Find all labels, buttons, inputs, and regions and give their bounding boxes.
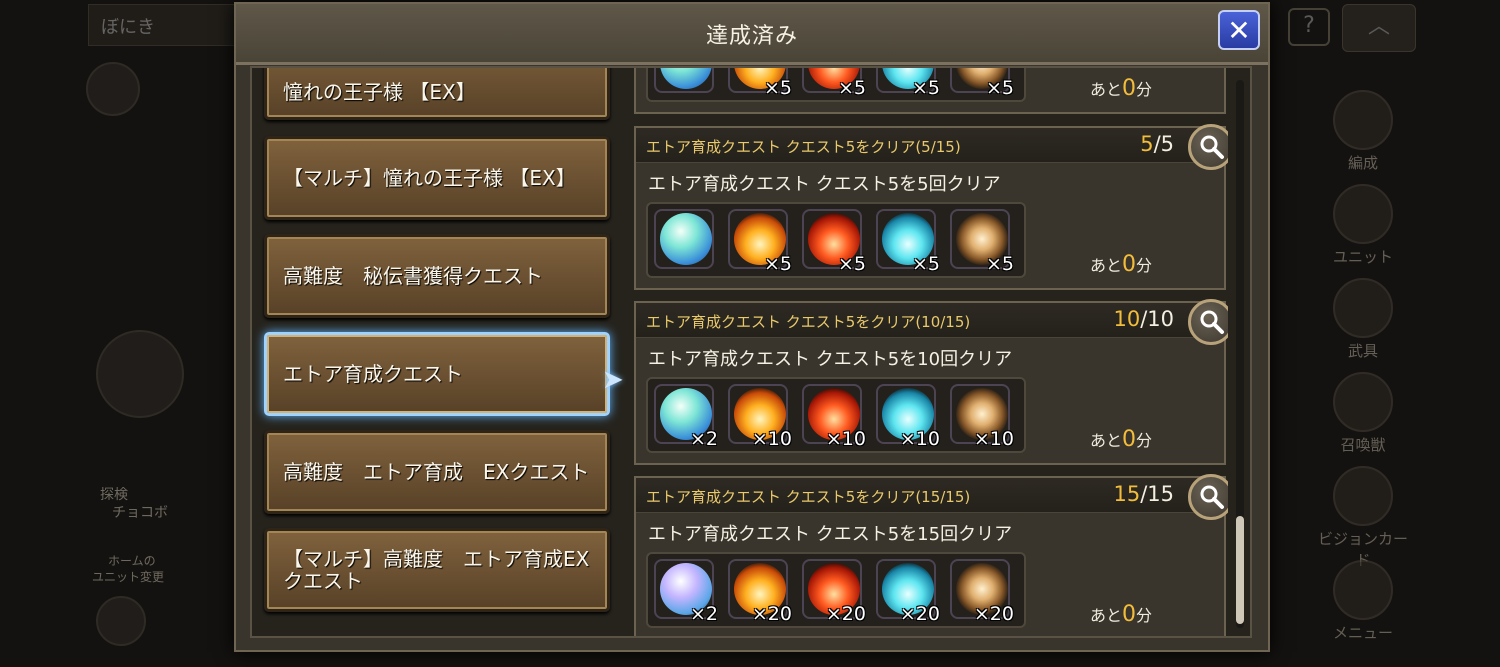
info-icon (96, 596, 146, 646)
search-button[interactable] (1188, 299, 1228, 345)
close-button[interactable]: ✕ (1218, 10, 1260, 50)
menu-unit: ユニット (1318, 184, 1408, 267)
achievement-progress: 5/5 (1140, 132, 1174, 156)
achievement-card: エトア育成クエスト クエスト5をクリア(5/15) 5/5 エトア育成クエスト … (634, 124, 1228, 290)
scrollbar[interactable] (1236, 80, 1244, 628)
dialog-title: 達成済み (705, 24, 798, 49)
dialog-header: 達成済み ✕ (236, 4, 1268, 65)
reward-item: ×5 (728, 209, 792, 275)
reward-item: ×20 (728, 559, 792, 625)
reward-box: ×2 ×20 ×20 ×20 ×20 (646, 552, 1026, 628)
shop-icon (96, 330, 184, 418)
vision-card-icon (1333, 466, 1393, 526)
question-icon: ? (1288, 8, 1330, 46)
player-name-bar: ぼにき (88, 4, 250, 46)
quest-list[interactable]: 憧れの王子様 【EX】 【マルチ】憧れの王子様 【EX】 高難度 秘伝書獲得クエ… (252, 68, 622, 636)
formation-icon (1333, 90, 1393, 150)
remaining-time: あと0分 (1090, 427, 1153, 452)
reward-item: ×5 (802, 209, 866, 275)
scroll-thumb[interactable] (1236, 516, 1244, 624)
menu-formation: 編成 (1318, 90, 1408, 173)
reward-box: ×5 ×5 ×5 ×5 (646, 68, 1026, 102)
quest-item[interactable]: 高難度 秘伝書獲得クエスト (264, 234, 610, 318)
reward-item: ×20 (950, 559, 1014, 625)
menu-summon: 召喚獣 (1318, 372, 1408, 455)
search-icon (1200, 135, 1224, 159)
close-icon: ✕ (1227, 14, 1251, 47)
achievement-card: ×5 ×5 ×5 ×5 あと0分 (634, 68, 1226, 114)
search-button[interactable] (1188, 474, 1228, 520)
reward-item: ×10 (728, 384, 792, 450)
achievement-title: エトア育成クエスト クエスト5をクリア(15/15) (646, 488, 971, 506)
achievement-card: エトア育成クエスト クエスト5をクリア(10/15) 10/10 エトア育成クエ… (634, 299, 1228, 465)
search-button[interactable] (1188, 124, 1228, 170)
chocobo-label: チョコボ (112, 505, 168, 521)
reward-item: ×10 (876, 384, 940, 450)
achievement-progress: 15/15 (1113, 482, 1174, 506)
selection-arrow-icon: ➤ (602, 365, 624, 395)
chevron-up-icon: ︿ (1342, 4, 1416, 52)
card-header: エトア育成クエスト クエスト5をクリア(5/15) 5/5 (636, 124, 1228, 170)
reward-item: ×5 (876, 209, 940, 275)
reward-item: ×20 (876, 559, 940, 625)
achievement-description: エトア育成クエスト クエスト5を5回クリア (648, 174, 1001, 195)
reward-item: ×5 (950, 209, 1014, 275)
reward-item: ×5 (950, 68, 1014, 99)
achievement-card: エトア育成クエスト クエスト5をクリア(15/15) 15/15 エトア育成クエ… (634, 474, 1228, 636)
quest-item[interactable]: 【マルチ】高難度 エトア育成EXクエスト (264, 528, 610, 612)
explore-label: 探検 (100, 487, 128, 503)
reward-item: ×5 (876, 68, 940, 99)
equipment-icon (1333, 278, 1393, 338)
menu-vision-card: ビジョンカード (1318, 466, 1408, 570)
menu-equipment: 武具 (1318, 278, 1408, 361)
achievement-description: エトア育成クエスト クエスト5を10回クリア (648, 349, 1013, 370)
ball-icon (660, 213, 712, 265)
remaining-time: あと0分 (1090, 252, 1153, 277)
quest-item[interactable]: 高難度 エトア育成 EXクエスト (264, 430, 610, 514)
achievement-dialog: 達成済み ✕ 憧れの王子様 【EX】 【マルチ】憧れの王子様 【EX】 高難度 … (234, 2, 1270, 652)
search-icon (1200, 485, 1224, 509)
achievement-description: エトア育成クエスト クエスト5を15回クリア (648, 524, 1013, 545)
search-icon (1200, 310, 1224, 334)
card-header: エトア育成クエスト クエスト5をクリア(15/15) 15/15 (636, 474, 1228, 520)
reward-item: ×20 (802, 559, 866, 625)
unit-icon (1333, 184, 1393, 244)
achievement-progress: 10/10 (1113, 307, 1174, 331)
reward-item: ×10 (950, 384, 1014, 450)
menu-main: メニュー (1318, 560, 1408, 643)
reward-item: ×5 (728, 68, 792, 99)
reward-item: ×2 (654, 384, 718, 450)
reward-item: ×5 (802, 68, 866, 99)
reward-item (654, 68, 716, 95)
reward-box: ×5 ×5 ×5 ×5 (646, 202, 1026, 278)
quest-item-selected[interactable]: エトア育成クエスト (264, 332, 610, 416)
card-header: エトア育成クエスト クエスト5をクリア(10/15) 10/10 (636, 299, 1228, 345)
achievement-title: エトア育成クエスト クエスト5をクリア(10/15) (646, 313, 971, 331)
reward-item (654, 209, 716, 271)
reward-item: ×10 (802, 384, 866, 450)
dialog-body: 憧れの王子様 【EX】 【マルチ】憧れの王子様 【EX】 高難度 秘伝書獲得クエ… (250, 66, 1252, 638)
achievement-list[interactable]: ×5 ×5 ×5 ×5 あと0分 エトア育成クエスト クエスト5をクリア(5/1… (634, 68, 1228, 636)
remaining-time: あと0分 (1090, 602, 1153, 627)
reward-item: ×2 (654, 559, 718, 625)
achievement-title: エトア育成クエスト クエスト5をクリア(5/15) (646, 138, 961, 156)
player-name: ぼにき (101, 17, 155, 38)
quest-item[interactable]: 【マルチ】憧れの王子様 【EX】 (264, 136, 610, 220)
quest-item[interactable]: 憧れの王子様 【EX】 (264, 68, 610, 120)
chat-icon (86, 62, 140, 116)
reward-box: ×2 ×10 ×10 ×10 ×10 (646, 377, 1026, 453)
summon-icon (1333, 372, 1393, 432)
menu-icon (1333, 560, 1393, 620)
home-unit-label-2: ユニット変更 (92, 570, 165, 584)
remaining-time: あと0分 (1090, 76, 1153, 101)
home-unit-label: ホームの (108, 554, 156, 568)
